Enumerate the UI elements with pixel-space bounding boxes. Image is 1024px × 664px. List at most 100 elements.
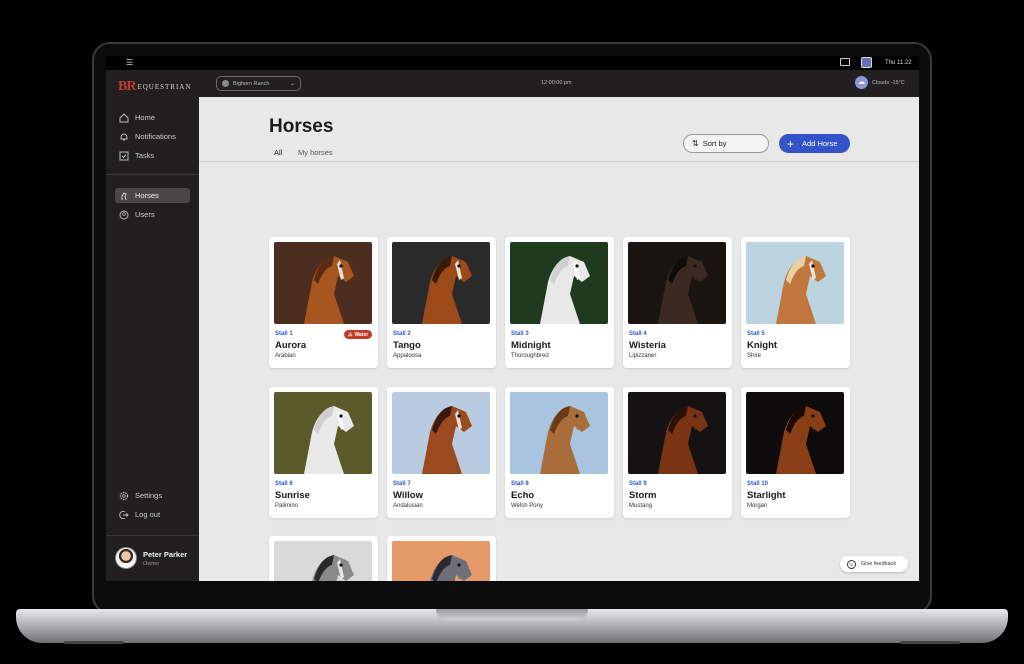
badge-label: Water [354,331,369,338]
horse-card[interactable]: Stall 12 [387,536,496,581]
bell-icon [119,132,129,142]
horse-card[interactable]: Stall 7 Willow Andalusian [387,387,496,518]
add-horse-label: Add Horse [802,139,838,148]
horse-card[interactable]: Stall 11 [269,536,378,581]
ranch-icon [222,80,229,87]
battery-icon[interactable] [840,58,850,66]
brand-word: EQUESTRIAN [137,83,192,91]
sidebar-divider [106,535,199,536]
home-icon [119,112,129,123]
horse-photo [746,392,844,474]
tab-my-horses[interactable]: My horses [298,148,333,161]
horse-breed: Lipizzaner [629,353,657,359]
horse-photo [746,242,844,324]
tabs-divider [199,161,919,162]
sidebar-item-label: Users [135,210,155,219]
sidebar-item-home[interactable]: Home [115,110,190,125]
brand-logo[interactable]: BR EQUESTRIAN [118,79,191,95]
horse-name: Sunrise [275,490,310,501]
sidebar-item-notifications[interactable]: Notifications [115,129,190,144]
sidebar-item-logout[interactable]: Log out [115,507,190,522]
horse-name: Willow [393,490,423,501]
horse-card[interactable]: Stall 10 Starlight Morgan [741,387,850,518]
laptop-foot [900,641,960,644]
stall-label: Stall 3 [511,331,529,337]
horse-photo [510,242,608,324]
horse-breed: Morgan [747,503,768,509]
horse-name: Wisteria [629,340,666,351]
os-menubar: ☰ Thu 11:22 [106,56,919,70]
horse-name: Echo [511,490,535,501]
ranch-selector[interactable]: Bighorn Ranch ⌄ [216,76,301,91]
laptop-notch [436,609,588,620]
sidebar-item-users[interactable]: Users [115,207,190,222]
horse-card[interactable]: Stall 9 Storm Mustang [623,387,732,518]
horse-photo [274,242,372,324]
sort-button[interactable]: ⇅ Sort by [683,134,769,153]
stall-label: Stall 8 [511,481,529,487]
horse-photo [628,392,726,474]
feedback-icon: ☺ [847,559,856,569]
sidebar-item-label: Tasks [135,151,155,160]
sidebar-item-label: Horses [135,191,159,200]
chevron-down-icon: ⌄ [289,81,295,87]
stall-label: Stall 10 [747,481,769,487]
current-time: 12:00:00 pm [541,80,572,86]
plus-icon: + [787,136,795,151]
stall-label: Stall 1 [275,331,293,337]
sidebar-item-label: Log out [135,510,161,519]
horse-photo [392,541,490,581]
stall-label: Stall 5 [747,331,765,337]
add-horse-button[interactable]: + Add Horse [779,134,850,153]
sidebar-item-label: Settings [135,491,163,500]
horse-breed: Thoroughbred [511,353,549,359]
horse-photo [274,541,372,581]
user-circle-icon [119,210,129,220]
horse-breed: Shire [747,353,762,359]
horse-card[interactable]: Stall 4 Wisteria Lipizzaner [623,237,732,368]
sidebar-item-tasks[interactable]: Tasks [115,148,190,163]
horse-photo [628,242,726,324]
horse-card[interactable]: Stall 5 Knight Shire [741,237,850,368]
stall-label: Stall 2 [393,331,411,337]
weather-widget: ☁ Clouds -15°C [855,76,905,89]
horse-card[interactable]: Stall 1 ⚠ Water Aurora Arabian [269,237,378,368]
app-status-icon[interactable] [861,57,872,68]
cloud-icon: ☁ [855,76,868,89]
horse-name: Knight [747,340,778,351]
gear-icon [119,491,129,501]
horse-breed: Arabian [275,353,296,359]
horse-name: Aurora [275,340,307,351]
horse-name: Tango [393,340,421,351]
horse-breed: Palimino [275,503,299,509]
os-clock[interactable]: Thu 11:22 [885,60,912,66]
sort-icon: ⇅ [692,139,699,148]
stall-label: Stall 6 [275,481,293,487]
brand-mark: BR [118,79,136,94]
sidebar-item-label: Notifications [135,132,176,141]
horse-icon [119,191,129,201]
sidebar-divider [106,174,199,175]
menu-icon[interactable]: ☰ [126,58,133,67]
give-feedback-button[interactable]: ☺ Give feedback [840,556,908,572]
stall-label: Stall 4 [629,331,647,337]
user-profile[interactable]: Peter Parker Owner [115,547,187,569]
stall-label: Stall 9 [629,481,647,487]
horse-name: Starlight [747,490,786,501]
tab-all[interactable]: All [274,148,283,162]
avatar [115,547,137,569]
horse-photo [274,392,372,474]
sidebar: BR EQUESTRIAN Home Notifications Tasks H… [106,70,199,581]
horse-card[interactable]: Stall 3 Midnight Thoroughbred [505,237,614,368]
sidebar-item-horses[interactable]: Horses [115,188,190,203]
horse-card[interactable]: Stall 8 Echo Welsh Pony [505,387,614,518]
horse-photo [392,392,490,474]
status-badge[interactable]: ⚠ Water [344,330,373,339]
horse-breed: Andalusian [393,503,423,509]
horse-card[interactable]: Stall 6 Sunrise Palimino [269,387,378,518]
horse-breed: Mustang [629,503,653,509]
horse-breed: Appaloosa [393,353,422,359]
sidebar-item-settings[interactable]: Settings [115,488,190,503]
ranch-label: Bighorn Ranch [233,80,270,87]
horse-card[interactable]: Stall 2 Tango Appaloosa [387,237,496,368]
